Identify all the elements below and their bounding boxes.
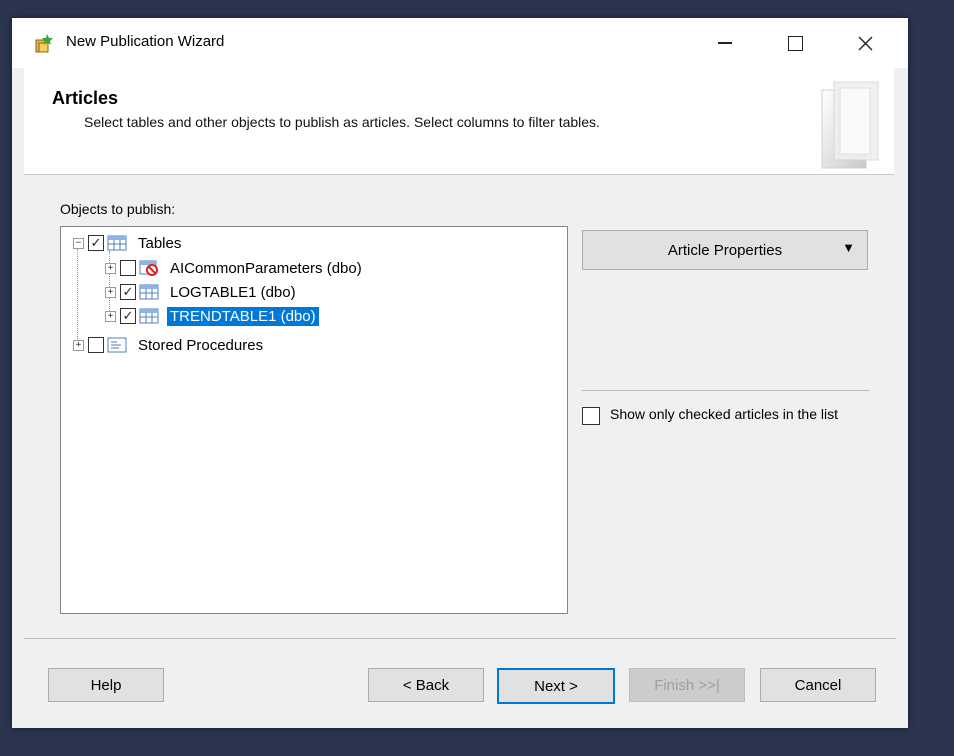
expand-icon[interactable]: + bbox=[105, 310, 116, 322]
show-only-checked-checkbox[interactable] bbox=[582, 407, 600, 425]
dropdown-arrow-icon: ▼ bbox=[842, 240, 855, 255]
tables-checkbox[interactable]: ✓ bbox=[88, 235, 104, 251]
tree-item-trendtable1[interactable]: + ✓ TRENDTABLE1 (dbo) bbox=[105, 305, 319, 327]
footer-divider bbox=[24, 638, 896, 639]
trendtable1-checkbox[interactable]: ✓ bbox=[120, 308, 136, 324]
wizard-banner-graphic bbox=[821, 81, 879, 169]
divider bbox=[582, 390, 870, 391]
tree-connector bbox=[77, 249, 78, 345]
title-bar: New Publication Wizard bbox=[12, 18, 908, 68]
tree-item-label: LOGTABLE1 (dbo) bbox=[170, 283, 296, 301]
logtable1-checkbox[interactable]: ✓ bbox=[120, 284, 136, 300]
page-title: Articles bbox=[52, 88, 119, 108]
objects-to-publish-label: Objects to publish: bbox=[60, 201, 176, 217]
table-icon bbox=[139, 284, 159, 300]
wizard-app-icon bbox=[35, 34, 53, 53]
article-properties-dropdown[interactable]: Article Properties ▼ bbox=[582, 230, 868, 270]
cancel-button[interactable]: Cancel bbox=[760, 668, 876, 702]
finish-button[interactable]: Finish >>| bbox=[629, 668, 745, 702]
maximize-icon bbox=[787, 35, 803, 51]
stored-procedures-checkbox[interactable] bbox=[88, 337, 104, 353]
show-only-checked-label: Show only checked articles in the list bbox=[610, 406, 838, 422]
table-blocked-icon bbox=[139, 260, 158, 276]
next-button[interactable]: Next > bbox=[497, 668, 615, 704]
table-icon bbox=[139, 308, 159, 324]
maximize-button[interactable] bbox=[764, 18, 826, 68]
tree-item-label: TRENDTABLE1 (dbo) bbox=[167, 306, 319, 326]
aicommonparameters-checkbox[interactable] bbox=[120, 260, 136, 276]
minimize-button[interactable] bbox=[694, 18, 756, 68]
window-title: New Publication Wizard bbox=[66, 33, 225, 50]
close-icon bbox=[858, 36, 872, 50]
back-button[interactable]: < Back bbox=[368, 668, 484, 702]
page-description: Select tables and other objects to publi… bbox=[84, 114, 600, 130]
help-button[interactable]: Help bbox=[48, 668, 164, 702]
tree-item-label: Stored Procedures bbox=[138, 336, 264, 354]
article-properties-label: Article Properties bbox=[667, 241, 783, 259]
expand-icon[interactable]: + bbox=[73, 339, 84, 351]
tree-item-stored-procedures[interactable]: + Stored Procedures bbox=[73, 334, 266, 356]
table-icon bbox=[107, 235, 127, 251]
objects-tree[interactable]: − ✓ Tables + AICommonParameters (dbo) + bbox=[60, 226, 568, 614]
stored-procedure-icon bbox=[107, 337, 127, 353]
expand-icon[interactable]: + bbox=[105, 262, 116, 274]
wizard-header: Articles Select tables and other objects… bbox=[24, 68, 894, 175]
tree-item-logtable1[interactable]: + ✓ LOGTABLE1 (dbo) bbox=[105, 281, 299, 303]
minimize-icon bbox=[718, 42, 732, 44]
close-button[interactable] bbox=[834, 18, 896, 68]
tree-item-tables[interactable]: − ✓ Tables bbox=[73, 232, 184, 254]
collapse-icon[interactable]: − bbox=[73, 237, 84, 249]
tree-item-label: AICommonParameters (dbo) bbox=[170, 259, 362, 277]
wizard-window: New Publication Wizard Articles Select t… bbox=[12, 18, 908, 728]
tree-item-label: Tables bbox=[138, 234, 182, 252]
show-only-checked-option[interactable]: Show only checked articles in the list bbox=[582, 406, 852, 425]
tree-item-aicommonparameters[interactable]: + AICommonParameters (dbo) bbox=[105, 257, 365, 279]
expand-icon[interactable]: + bbox=[105, 286, 116, 298]
